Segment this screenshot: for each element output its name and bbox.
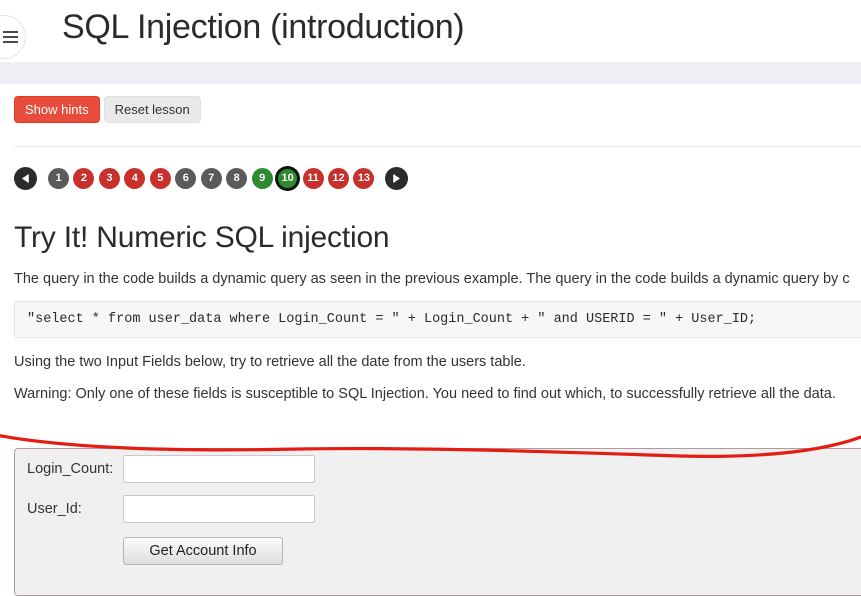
pagination-page-5[interactable]: 5 xyxy=(149,167,171,189)
user-id-input[interactable] xyxy=(123,495,315,523)
lesson-heading: Try It! Numeric SQL injection xyxy=(14,221,390,254)
pagination-page-10[interactable]: 10 xyxy=(276,166,300,190)
sql-code-snippet: "select * from user_data where Login_Cou… xyxy=(14,301,861,338)
get-account-info-button[interactable]: Get Account Info xyxy=(123,537,283,565)
login-count-input[interactable] xyxy=(123,455,315,483)
lesson-warning-paragraph: Warning: Only one of these fields is sus… xyxy=(14,386,836,402)
pagination-prev-arrow-icon[interactable] xyxy=(14,166,37,190)
pagination-next-arrow-icon[interactable] xyxy=(385,166,409,190)
pagination-page-7[interactable]: 7 xyxy=(200,167,222,189)
pagination-page-3[interactable]: 3 xyxy=(98,167,120,189)
login-count-row: Login_Count: xyxy=(15,449,861,489)
pagination-page-12[interactable]: 12 xyxy=(327,167,349,189)
pagination-page-6[interactable]: 6 xyxy=(175,167,197,189)
lesson-intro-paragraph: The query in the code builds a dynamic q… xyxy=(14,271,850,287)
page-header: SQL Injection (introduction) xyxy=(0,0,861,62)
pagination-page-11[interactable]: 11 xyxy=(302,167,324,189)
user-id-label: User_Id: xyxy=(27,501,82,517)
pagination-page-4[interactable]: 4 xyxy=(124,167,146,189)
lesson-controls: Show hints Reset lesson xyxy=(0,84,861,132)
attack-form-panel: Login_Count: User_Id: Get Account Info xyxy=(14,448,861,596)
user-id-row: User_Id: xyxy=(15,489,861,529)
page-title: SQL Injection (introduction) xyxy=(62,8,465,46)
pagination-page-13[interactable]: 13 xyxy=(353,167,375,189)
pagination-page-1[interactable]: 1 xyxy=(48,167,69,189)
lesson-pagination: 1 2 3 4 5 6 7 8 9 10 11 12 13 xyxy=(0,147,861,193)
pagination-page-2[interactable]: 2 xyxy=(73,167,95,189)
pagination-page-9[interactable]: 9 xyxy=(251,167,273,189)
hamburger-icon xyxy=(3,28,18,46)
reset-lesson-button[interactable]: Reset lesson xyxy=(103,96,201,123)
lesson-body: Try It! Numeric SQL injection The query … xyxy=(0,221,861,404)
login-count-label: Login_Count: xyxy=(27,461,114,477)
submit-row: Get Account Info xyxy=(15,529,861,573)
show-hints-button[interactable]: Show hints xyxy=(14,96,100,123)
lesson-instruction-paragraph: Using the two Input Fields below, try to… xyxy=(14,354,526,370)
info-band xyxy=(0,62,861,84)
menu-toggle-button[interactable] xyxy=(0,15,26,59)
pagination-page-8[interactable]: 8 xyxy=(226,167,248,189)
